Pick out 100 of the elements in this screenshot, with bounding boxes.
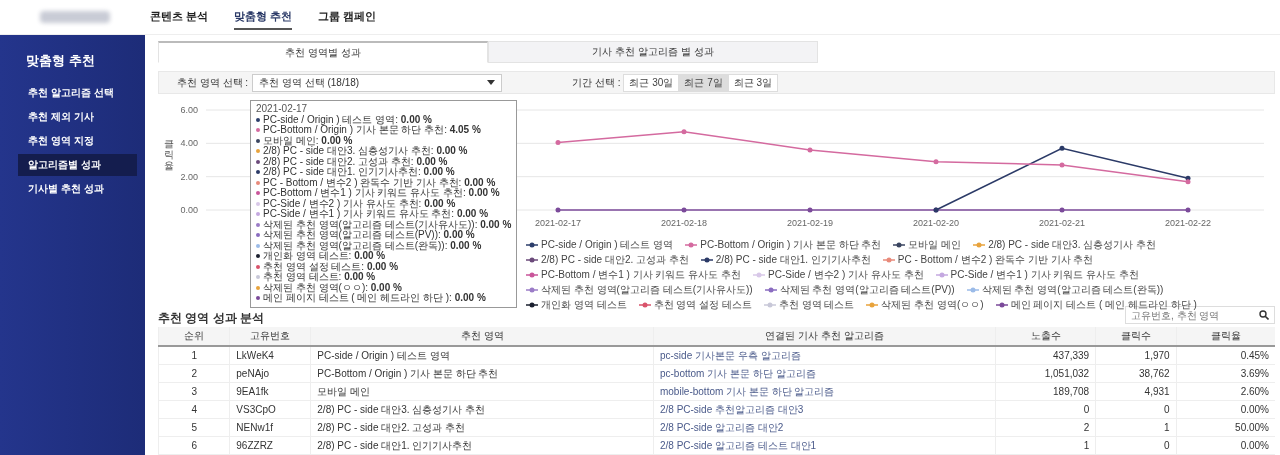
table-cell: peNAjo [229,364,311,383]
legend-item[interactable]: 삭제된 추천 영역(ㅇㅇ) [866,298,984,312]
algorithm-link[interactable]: 2/8 PC-side 알고리즘 대안2 [653,418,996,437]
table-cell: 2 [158,364,230,383]
sidebar-item[interactable]: 추천 영역 지정 [18,130,137,152]
table-cell: 0 [1095,436,1177,455]
data-point [1059,207,1065,213]
legend-item[interactable]: 삭제된 추천 영역(알고리즘 테스트(완독)) [966,283,1164,297]
period-button[interactable]: 최근 7일 [678,73,729,92]
table-cell: 모바일 메인 [310,382,654,401]
table-cell: 1 [158,346,230,365]
sidebar-title: 맞춤형 추천 [26,52,95,70]
data-point [555,207,561,213]
legend-item[interactable]: 2/8) PC - side 대안1. 인기기사추천 [700,253,871,267]
column-header: 클릭율 [1176,327,1275,346]
axis-title: 클릭율 [164,138,174,171]
table-cell: 5 [158,418,230,437]
tooltip-entry: 삭제된 추천 영역(알고리즘 테스트(완독)): 0.00 % [263,240,482,251]
table-cell: PC-Bottom / Origin ) 기사 본문 하단 추천 [310,364,654,383]
axis-label: 2021-02-19 [787,218,833,228]
sidebar-item[interactable]: 기사별 추천 성과 [18,178,137,200]
data-point [1059,162,1065,168]
sidebar-item[interactable]: 알고리즘별 성과 [18,154,137,176]
sidebar-item[interactable]: 추천 알고리즘 선택 [18,82,137,104]
table-cell: NENw1f [229,418,311,437]
axis-label: 2021-02-21 [1039,218,1085,228]
legend-item[interactable]: PC-Bottom / Origin ) 기사 본문 하단 추천 [685,238,882,252]
field-label: 추천 영역 선택 : [177,75,249,90]
tooltip-entry: 모바일 메인: 0.00 % [263,135,353,146]
nav-tab[interactable]: 그룹 캠페인 [318,4,377,30]
table-cell: 2.60% [1176,382,1275,401]
table-cell: 0 [995,400,1096,419]
legend-item[interactable]: PC - Bottom / 변수2 ) 완독수 기반 기사 추천 [882,253,1094,267]
column-header: 추천 영역 [310,327,654,346]
caret-icon [487,80,496,85]
table-cell: 2/8) PC - side 대안3. 심층성기사 추천 [310,400,654,419]
table-cell: 2 [995,418,1096,437]
field-label: 기간 선택 : [572,75,621,90]
data-point [807,207,813,213]
table-cell: 0.45% [1176,346,1275,365]
axis-label: 2.00 [180,171,198,182]
column-header: 연결된 기사 추천 알고리즘 [653,327,996,346]
legend-item[interactable]: PC-Side / 변수2 ) 기사 유사도 추천 [753,268,924,282]
tooltip-entry: PC-Bottom / 변수1 ) 기사 키워드 유사도 추천: 0.00 % [263,188,500,199]
table-cell: PC-side / Origin ) 테스트 영역 [310,346,654,365]
legend-item[interactable]: 삭제된 추천 영역(알고리즘 테스트(PV)) [764,283,955,297]
axis-label: 4.00 [180,138,198,149]
table-cell: 3 [158,382,230,401]
algorithm-link[interactable]: mobile-bottom 기사 본문 하단 알고리즘 [653,382,996,401]
nav-tab[interactable]: 맞춤형 추천 [234,4,293,30]
table-cell: 2/8) PC - side 대안1. 인기기사추천 [310,436,654,455]
table-cell: 437,339 [995,346,1096,365]
tooltip-entry: 삭제된 추천 영역(알고리즘 테스트(기사유사도)): 0.00 % [263,219,512,230]
data-point [933,159,939,165]
table-cell: 0 [1095,400,1177,419]
legend-item[interactable]: 모바일 메인 [893,238,962,252]
tooltip-entry: 개인화 영역 테스트: 0.00 % [263,251,386,262]
algorithm-link[interactable]: 2/8 PC-side 추천알고리즘 대안3 [653,400,996,419]
legend-item[interactable]: 개인화 영역 테스트 [526,298,627,312]
legend-item[interactable]: PC-Side / 변수1 ) 기사 키워드 유사도 추천 [935,268,1139,282]
legend-item[interactable]: PC-Bottom / 변수1 ) 기사 키워드 유사도 추천 [526,268,742,282]
table-cell: 2/8) PC - side 대안2. 고성과 추천 [310,418,654,437]
column-header: 고유번호 [229,327,311,346]
table-cell: 6 [158,436,230,455]
data-point [555,140,561,145]
axis-label: 6.00 [180,105,198,115]
nav-tab[interactable]: 콘텐츠 분석 [150,4,209,30]
tab[interactable]: 기사 추천 알고리즘 별 성과 [488,41,818,63]
period-button[interactable]: 최근 3일 [727,73,779,92]
legend-item[interactable]: 2/8) PC - side 대안3. 심층성기사 추천 [973,238,1156,252]
axis-label: 0.00 [180,205,198,215]
axis-label: 2021-02-22 [1165,218,1211,228]
legend-item[interactable]: 추천 영역 설정 테스트 [638,298,752,312]
column-header: 노출수 [995,327,1096,346]
axis-label: 2021-02-17 [535,218,581,228]
axis-label: 2021-02-18 [661,218,707,228]
sidebar-item[interactable]: 추천 제외 기사 [18,106,137,128]
algorithm-link[interactable]: pc-bottom 기사 본문 하단 알고리즘 [653,364,996,383]
tooltip-entry: 추천 영역 테스트: 0.00 % [263,272,376,283]
table-cell: 189,708 [995,382,1096,401]
tooltip-entry: PC-Side / 변수2 ) 기사 유사도 추천: 0.00 % [263,198,456,209]
axis-label: 2021-02-20 [913,218,959,228]
table-cell: 50.00% [1176,418,1275,437]
legend-item[interactable]: 2/8) PC - side 대안2. 고성과 추천 [526,253,689,267]
legend-item[interactable]: 추천 영역 테스트 [763,298,855,312]
legend-item[interactable]: 삭제된 추천 영역(알고리즘 테스트(기사유사도)) [526,283,753,297]
table-cell: 1 [1095,418,1177,437]
legend-item[interactable]: PC-side / Origin ) 테스트 영역 [526,238,674,252]
tooltip-entry: 2/8) PC - side 대안1. 인기기사추천: 0.00 % [263,167,455,178]
algorithm-link[interactable]: 2/8 PC-side 알고리즘 테스트 대안1 [653,436,996,455]
tooltip-entry: PC-Side / 변수1 ) 기사 키워드 유사도 추천: 0.00 % [263,209,489,220]
table-cell: 1,051,032 [995,364,1096,383]
algorithm-link[interactable]: pc-side 기사본문 우측 알고리즘 [653,346,996,365]
area-dropdown[interactable]: 추천 영역 선택 (18/18) [252,73,503,92]
data-point [1185,207,1191,213]
tooltip-entry: 삭제된 추천 영역(ㅇㅇ): 0.00 % [263,282,402,293]
period-button[interactable]: 최근 30일 [623,73,680,92]
table-cell: 96ZZRZ [229,436,311,455]
tooltip-entry: PC-Bottom / Origin ) 기사 본문 하단 추천: 4.05 % [263,125,481,136]
tab[interactable]: 추천 영역별 성과 [158,41,488,63]
